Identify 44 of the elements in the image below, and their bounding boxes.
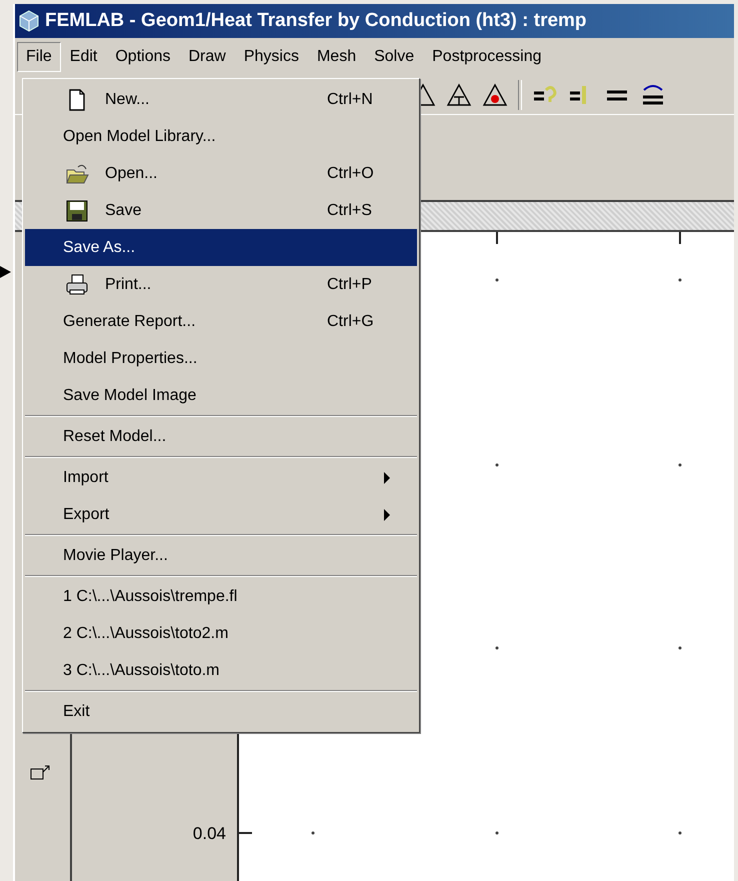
menu-item[interactable]: Export (25, 496, 417, 533)
grid-dot (678, 278, 682, 282)
rectangle-arrow-icon[interactable] (29, 764, 51, 782)
menu-item[interactable]: Save As... (25, 229, 417, 266)
menu-item[interactable]: New... Ctrl+N (25, 81, 417, 118)
menu-item[interactable]: 3 C:\...\Aussois\toto.m (25, 652, 417, 689)
menu-item[interactable]: Open... Ctrl+O (25, 155, 417, 192)
grid-dot (496, 464, 498, 466)
grid-dot (496, 646, 498, 650)
menu-bar-item[interactable]: Draw (180, 42, 235, 72)
menu-item[interactable]: Import (25, 459, 417, 496)
menu-item[interactable]: Save Model Image (25, 377, 417, 414)
grid-dot (496, 832, 498, 834)
menu-item[interactable]: Exit (25, 693, 417, 730)
menu-bar-item[interactable]: Solve (365, 42, 424, 72)
submenu-arrow-icon (383, 472, 391, 484)
menu-item[interactable]: Generate Report... Ctrl+G (25, 303, 417, 340)
printer-icon (65, 272, 89, 296)
triangle-icon[interactable] (446, 82, 472, 108)
grid-dot (678, 646, 682, 650)
grid-dot (496, 278, 498, 282)
pointer-arrow-icon (0, 265, 12, 279)
menu-item[interactable]: Save Ctrl+S (25, 192, 417, 229)
menu-item[interactable]: Model Properties... (25, 340, 417, 377)
menu-bar-item[interactable]: Physics (234, 42, 308, 72)
menu-item[interactable]: 1 C:\...\Aussois\trempe.fl (25, 578, 417, 615)
menu-bar-item[interactable]: Mesh (308, 42, 366, 72)
menu-item[interactable]: Reset Model... (25, 418, 417, 455)
triangle-icon[interactable] (482, 82, 508, 108)
y-tick-label: 0.04 (192, 824, 226, 843)
menu-item[interactable]: Movie Player... (25, 537, 417, 574)
menu-item[interactable]: Open Model Library... (25, 118, 417, 155)
menu-bar-item[interactable]: Edit (60, 42, 106, 72)
menu-bar-item[interactable]: Options (106, 42, 180, 72)
menu-bar-item[interactable]: Postprocessing (423, 42, 551, 72)
grid-dot (678, 464, 682, 466)
menu-item[interactable]: 2 C:\...\Aussois\toto2.m (25, 615, 417, 652)
grid-dot (312, 832, 314, 834)
submenu-arrow-icon (383, 508, 391, 520)
grid-dot (678, 832, 682, 834)
menu-bar-item[interactable]: File (17, 42, 61, 72)
menu-item[interactable]: Print... Ctrl+P (25, 266, 417, 303)
cube-logo-icon (17, 9, 41, 33)
title-text: FEMLAB - Geom1/Heat Transfer by Conduction (ht3) : tremp (45, 10, 587, 32)
